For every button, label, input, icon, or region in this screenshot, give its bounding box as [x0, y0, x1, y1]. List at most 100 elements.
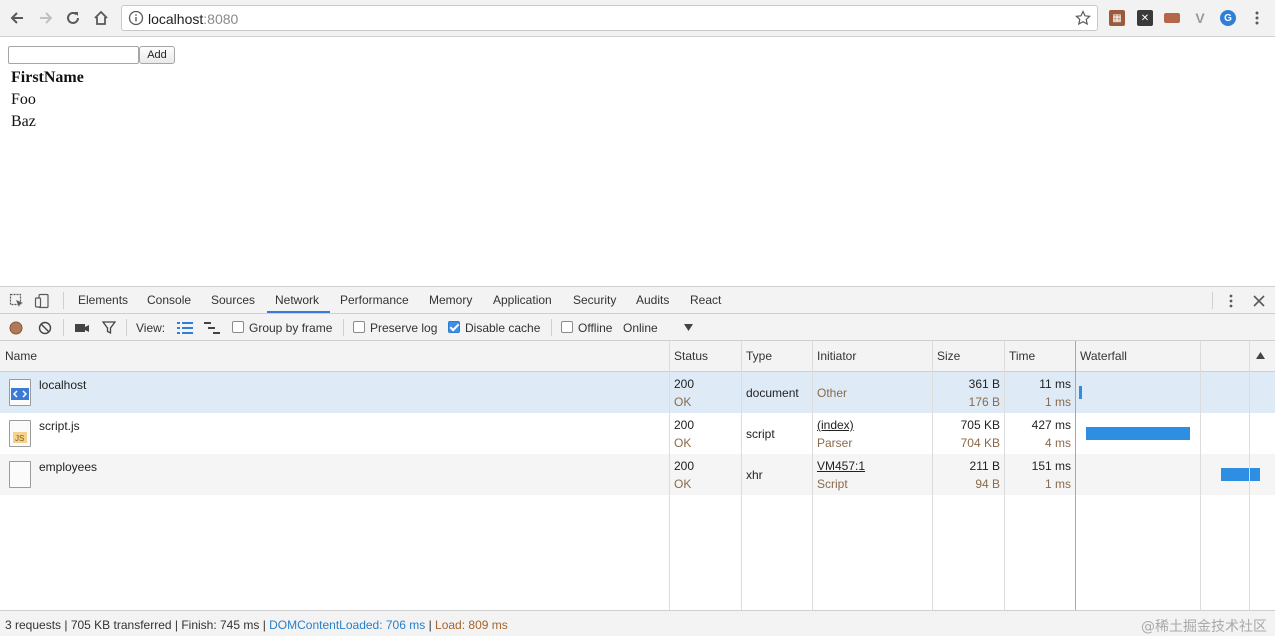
request-latency: 1 ms [1044, 395, 1071, 409]
table-header-firstname: FirstName [11, 69, 84, 86]
table-row: Foo [10, 90, 85, 110]
watermark: @稀土掘金技术社区 [1141, 619, 1267, 635]
device-toolbar-icon[interactable] [34, 293, 50, 309]
divider [343, 319, 344, 336]
xhr-file-icon [9, 461, 31, 488]
bookmark-star-icon[interactable] [1075, 10, 1091, 26]
browser-menu-button[interactable] [1246, 7, 1268, 29]
dom-content-loaded-time: DOMContentLoaded: 706 ms [269, 618, 426, 632]
address-bar[interactable]: localhost:8080 [121, 5, 1098, 31]
preserve-log-label: Preserve log [370, 321, 438, 335]
divider [551, 319, 552, 336]
request-status-text: OK [674, 477, 692, 491]
close-icon[interactable] [1251, 293, 1267, 309]
throttling-select[interactable]: Online [623, 321, 658, 335]
column-type[interactable]: Type [746, 349, 772, 363]
devtools-menu-icon[interactable] [1223, 293, 1239, 309]
view-label: View: [136, 321, 166, 335]
record-icon[interactable] [9, 321, 23, 335]
extension-1-icon[interactable]: ▦ [1109, 10, 1125, 26]
reload-icon [67, 11, 79, 24]
sort-ascending-icon[interactable] [1256, 352, 1265, 359]
request-row-script[interactable]: JS script.js 200 OK script (index) Parse… [0, 413, 1275, 454]
url-port: :8080 [203, 11, 239, 27]
request-size-resource: 704 KB [960, 436, 1000, 450]
request-initiator-link[interactable]: VM457:1 [817, 459, 865, 473]
page-viewport: Add FirstName Foo Baz [0, 37, 1275, 286]
tab-application[interactable]: Application [493, 293, 552, 307]
column-divider [669, 341, 670, 610]
add-button[interactable]: Add [139, 46, 175, 64]
forward-button[interactable] [35, 7, 57, 29]
forward-arrow-icon [40, 12, 53, 24]
requests-table-header: Name Status Type Initiator Size Time Wat… [0, 341, 1275, 372]
tab-security[interactable]: Security [573, 293, 616, 307]
request-row-employees[interactable]: employees 200 OK xhr VM457:1 Script 211 … [0, 454, 1275, 495]
waterfall-overview-icon[interactable] [204, 322, 220, 334]
table-row: Baz [10, 112, 85, 132]
column-waterfall[interactable]: Waterfall [1080, 349, 1127, 363]
info-icon[interactable] [128, 10, 144, 26]
column-initiator[interactable]: Initiator [817, 349, 856, 363]
tab-audits[interactable]: Audits [636, 293, 669, 307]
network-summary-bar: 3 requests | 705 KB transferred | Finish… [0, 610, 1275, 636]
column-divider [932, 341, 933, 610]
summary-separator: | [425, 618, 436, 632]
offline-checkbox[interactable] [561, 321, 573, 333]
screenshot-camera-icon[interactable] [74, 321, 90, 335]
summary-text: 3 requests | 705 KB transferred | Finish… [5, 618, 508, 632]
tab-memory[interactable]: Memory [429, 293, 472, 307]
tab-performance[interactable]: Performance [340, 293, 409, 307]
disable-cache-checkbox[interactable] [448, 321, 460, 333]
column-divider [1004, 341, 1005, 610]
request-name: localhost [39, 378, 87, 392]
back-button[interactable] [6, 7, 28, 29]
extension-vue-icon[interactable]: V [1192, 10, 1208, 26]
column-size[interactable]: Size [937, 349, 960, 363]
tab-elements[interactable]: Elements [78, 293, 128, 307]
js-icon: JS [13, 432, 27, 443]
extension-3-icon[interactable] [1164, 13, 1180, 23]
divider [126, 319, 127, 336]
column-divider [812, 341, 813, 610]
tab-sources[interactable]: Sources [211, 293, 255, 307]
extension-2-icon[interactable]: ✕ [1137, 10, 1153, 26]
script-file-icon: JS [9, 420, 31, 447]
offline-label: Offline [578, 321, 613, 335]
devtools-panel: Elements Console Sources Network Perform… [0, 286, 1275, 636]
preserve-log-checkbox[interactable] [353, 321, 365, 333]
home-button[interactable] [90, 7, 112, 29]
document-file-icon [9, 379, 31, 406]
home-icon [94, 10, 108, 25]
request-initiator-link[interactable]: (index) [817, 418, 854, 432]
group-by-frame-checkbox[interactable] [232, 321, 244, 333]
filter-icon[interactable] [102, 321, 116, 335]
network-toolbar: View: Group by frame Preserve log Disabl… [0, 314, 1275, 341]
inspect-element-icon[interactable] [9, 293, 25, 309]
tab-react[interactable]: React [690, 293, 721, 307]
request-status-text: OK [674, 436, 692, 450]
column-name[interactable]: Name [5, 349, 37, 363]
request-type: xhr [746, 468, 763, 482]
extension-g-icon[interactable]: G [1220, 10, 1236, 26]
request-row-localhost[interactable]: localhost 200 OK document Other 361 B 17… [0, 372, 1275, 413]
reload-button[interactable] [62, 7, 84, 29]
column-status[interactable]: Status [674, 349, 708, 363]
waterfall-bar [1079, 386, 1082, 399]
large-rows-icon[interactable] [177, 322, 193, 334]
summary-counts: 3 requests | 705 KB transferred | Finish… [5, 618, 270, 632]
waterfall-bar [1221, 468, 1260, 481]
svg-text:JS: JS [15, 434, 24, 443]
first-name-input[interactable] [8, 46, 139, 64]
column-time[interactable]: Time [1009, 349, 1035, 363]
clear-icon[interactable] [38, 321, 52, 335]
tab-network[interactable]: Network [275, 293, 319, 307]
tab-console[interactable]: Console [147, 293, 191, 307]
active-tab-indicator [267, 311, 330, 313]
column-divider [1075, 341, 1076, 610]
request-size-resource: 94 B [975, 477, 1000, 491]
dropdown-arrow-icon[interactable] [684, 324, 693, 331]
request-latency: 1 ms [1044, 477, 1071, 491]
request-time: 11 ms [1039, 377, 1071, 391]
request-status-text: OK [674, 395, 692, 409]
